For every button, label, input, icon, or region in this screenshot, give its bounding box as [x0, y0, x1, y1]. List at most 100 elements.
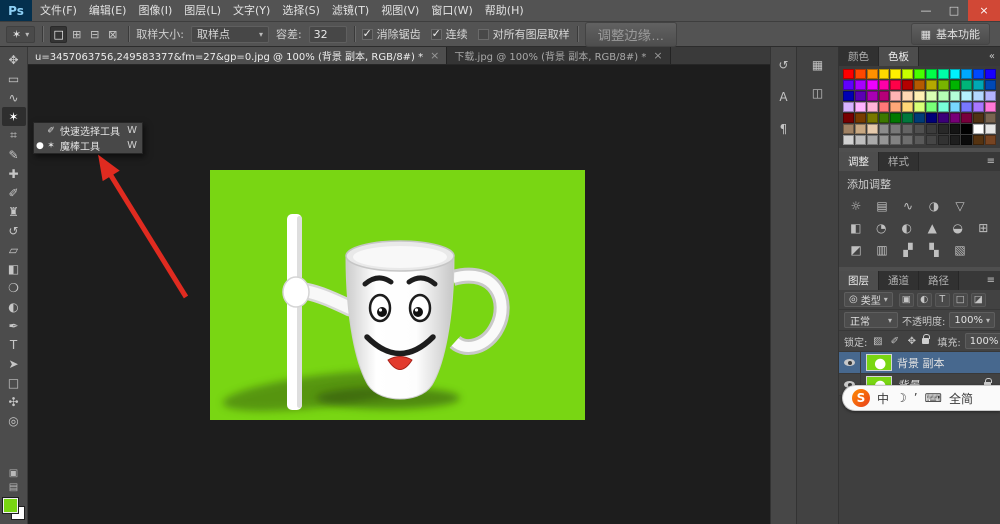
pen-tool[interactable]: ✒ — [2, 316, 26, 335]
menu-item[interactable]: 图层(L) — [178, 0, 227, 21]
color-swatch[interactable] — [937, 80, 949, 90]
color-swatch[interactable] — [902, 102, 914, 112]
color-swatch[interactable] — [949, 124, 961, 134]
color-swatch[interactable] — [925, 69, 937, 79]
photo-filter-icon[interactable]: ▲ — [924, 221, 942, 235]
crop-tool[interactable]: ⌗ — [2, 126, 26, 145]
panel-tab[interactable]: 调整 — [839, 152, 879, 171]
menu-item[interactable]: 帮助(H) — [479, 0, 530, 21]
color-swatch[interactable] — [985, 69, 996, 79]
color-swatch[interactable] — [961, 124, 973, 134]
filter-type-dropdown[interactable]: ◎ 类型 ▾ — [844, 292, 893, 307]
color-swatch[interactable] — [925, 102, 937, 112]
color-swatch[interactable] — [902, 124, 914, 134]
layer-row[interactable]: 背景 副本 — [839, 352, 1000, 374]
document-tab[interactable]: u=3457063756,249583377&fm=27&gp=0.jpg @ … — [28, 47, 448, 64]
color-swatch[interactable] — [914, 113, 925, 123]
minimize-button[interactable]: — — [912, 0, 940, 21]
threshold-icon[interactable]: ▞ — [899, 243, 917, 257]
workspace-switcher-button[interactable]: ▦ 基本功能 — [910, 23, 990, 45]
color-swatch[interactable] — [973, 69, 985, 79]
panel-tab[interactable]: 图层 — [839, 271, 879, 290]
blur-tool[interactable]: ❍ — [2, 278, 26, 297]
color-swatch[interactable] — [890, 113, 902, 123]
panel-tab[interactable]: 样式 — [879, 152, 919, 171]
color-swatch[interactable] — [843, 69, 854, 79]
color-swatch[interactable] — [961, 135, 973, 145]
layer-visibility-toggle[interactable] — [844, 359, 855, 366]
healing-brush-tool[interactable]: ✚ — [2, 164, 26, 183]
new-selection-icon[interactable]: □ — [50, 25, 68, 43]
menu-item[interactable]: 图像(I) — [132, 0, 178, 21]
marquee-tool[interactable]: ▭ — [2, 69, 26, 88]
color-swatch[interactable] — [843, 124, 854, 134]
color-swatch[interactable] — [949, 135, 961, 145]
timeline-icon[interactable]: ◫ — [808, 85, 828, 101]
color-swatch[interactable] — [890, 91, 902, 101]
color-swatch[interactable] — [878, 69, 890, 79]
color-swatch[interactable] — [854, 135, 866, 145]
color-swatch[interactable] — [843, 91, 854, 101]
color-swatch[interactable] — [937, 69, 949, 79]
blend-mode-dropdown[interactable]: 正常 ▾ — [844, 312, 899, 328]
document-image[interactable] — [210, 170, 585, 420]
color-swatch[interactable] — [985, 80, 996, 90]
fill-value[interactable]: 100% ▾ — [964, 333, 1000, 349]
mini-bridge-icon[interactable]: ▦ — [808, 57, 828, 73]
menu-item[interactable]: 文件(F) — [34, 0, 83, 21]
posterize-icon[interactable]: ▥ — [873, 243, 891, 257]
color-swatch[interactable] — [973, 124, 985, 134]
color-swatch[interactable] — [937, 102, 949, 112]
color-swatch[interactable] — [914, 135, 925, 145]
color-swatch[interactable] — [973, 135, 985, 145]
color-swatch[interactable] — [914, 91, 925, 101]
filter-smart-objects-icon[interactable]: ◪ — [970, 292, 986, 307]
shape-tool[interactable]: □ — [2, 373, 26, 392]
fullwidth-simplified-label[interactable]: 全简 — [949, 390, 973, 407]
checkbox-box[interactable]: ✓ — [477, 28, 489, 40]
panel-tab[interactable]: 路径 — [919, 271, 959, 290]
opacity-value[interactable]: 100% ▾ — [949, 312, 995, 328]
filter-adjustment-layers-icon[interactable]: ◐ — [916, 292, 932, 307]
color-swatch[interactable] — [866, 91, 878, 101]
filter-pixel-layers-icon[interactable]: ▣ — [898, 292, 914, 307]
tool-preset-picker[interactable]: ✶ ▾ — [6, 25, 36, 43]
color-swatch[interactable] — [925, 135, 937, 145]
color-swatch[interactable] — [843, 113, 854, 123]
flyout-menu-item[interactable]: ● ✐ 快速选择工具 W — [34, 123, 142, 138]
color-swatch[interactable] — [866, 102, 878, 112]
options-checkbox[interactable]: ✓ 对所有图层取样 — [477, 26, 570, 42]
color-swatch[interactable] — [925, 80, 937, 90]
filter-shape-layers-icon[interactable]: □ — [952, 292, 968, 307]
color-swatch[interactable] — [878, 91, 890, 101]
color-swatch[interactable] — [937, 91, 949, 101]
history-panel-icon[interactable]: ↺ — [774, 57, 794, 73]
levels-icon[interactable]: ▤ — [873, 199, 891, 213]
color-swatch[interactable] — [949, 91, 961, 101]
moon-icon[interactable]: ☽ — [896, 391, 907, 405]
color-swatch[interactable] — [902, 80, 914, 90]
chinese-mode-icon[interactable]: 中 — [877, 390, 889, 407]
curves-icon[interactable]: ∿ — [899, 199, 917, 213]
color-swatch[interactable] — [890, 135, 902, 145]
color-swatch[interactable] — [961, 80, 973, 90]
color-swatch[interactable] — [878, 135, 890, 145]
color-swatch[interactable] — [961, 69, 973, 79]
brush-tool[interactable]: ✐ — [2, 183, 26, 202]
lock-transparency-icon[interactable]: ▨ — [871, 335, 884, 348]
color-swatch[interactable] — [937, 135, 949, 145]
color-swatch[interactable] — [890, 124, 902, 134]
color-swatch[interactable] — [890, 80, 902, 90]
menu-item[interactable]: 编辑(E) — [83, 0, 133, 21]
panel-tab[interactable]: 色板 — [879, 47, 919, 66]
layer-name[interactable]: 背景 副本 — [897, 355, 979, 371]
color-swatch[interactable] — [973, 91, 985, 101]
selective-color-icon[interactable]: ▧ — [951, 243, 969, 257]
close-tab-icon[interactable]: × — [430, 49, 439, 62]
color-swatch[interactable] — [902, 135, 914, 145]
color-swatch[interactable] — [985, 91, 996, 101]
channel-mixer-icon[interactable]: ◒ — [949, 221, 967, 235]
color-swatch[interactable] — [925, 124, 937, 134]
color-swatch[interactable] — [854, 69, 866, 79]
screen-mode-icon[interactable]: ▤ — [2, 480, 26, 494]
